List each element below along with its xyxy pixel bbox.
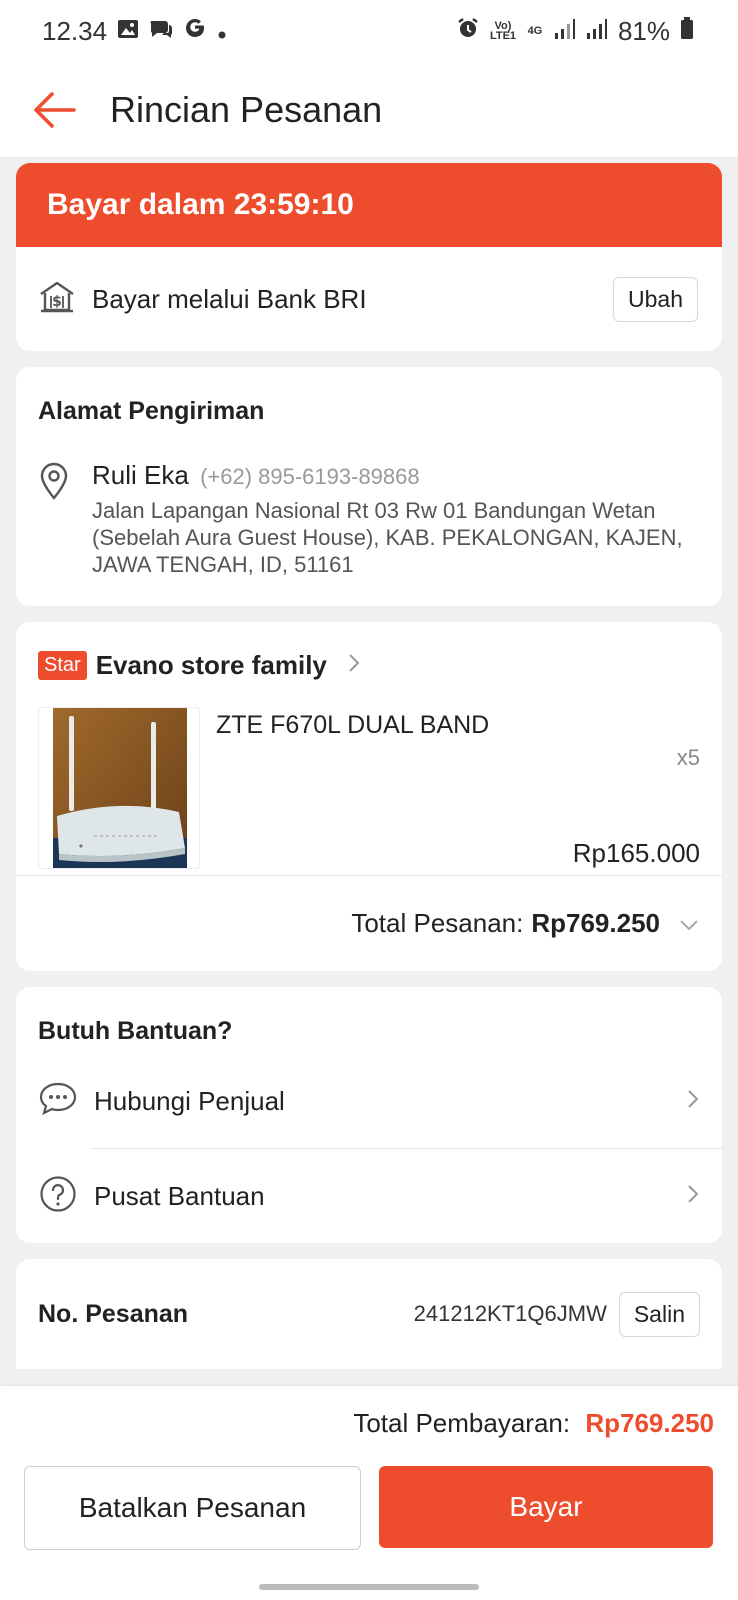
total-payment-label: Total Pembayaran: — [353, 1408, 571, 1438]
copy-order-number-button[interactable]: Salin — [618, 1291, 700, 1337]
status-bar-left: 12.34 — [42, 16, 227, 47]
alarm-icon — [456, 16, 480, 47]
gallery-icon — [117, 16, 139, 47]
home-indicator[interactable] — [259, 1584, 479, 1590]
help-center-row[interactable]: Pusat Bantuan — [16, 1149, 722, 1243]
recipient-line: Ruli Eka (+62) 895-6193-89868 — [92, 460, 700, 491]
shipping-address-heading: Alamat Pengiriman — [38, 397, 265, 425]
status-bar-right: Vo) LTE1 4G 81% — [456, 16, 694, 47]
recipient-name: Ruli Eka — [92, 460, 189, 490]
status-bar: 12.34 Vo) LTE1 4G 81% — [0, 0, 738, 62]
screen: 12.34 Vo) LTE1 4G 81% Rincian Pesanan Ba… — [0, 0, 738, 1600]
main-content: Bayar dalam 23:59:10 $ Bayar melalui Ban… — [16, 163, 722, 1369]
network-4g-label: 4G — [527, 25, 543, 37]
back-button[interactable] — [4, 62, 104, 158]
shipping-address-card: Alamat Pengiriman Ruli Eka (+62) 895-619… — [16, 367, 722, 606]
order-number-card: No. Pesanan 241212KT1Q6JMW Salin — [16, 1259, 722, 1369]
google-icon — [183, 16, 207, 47]
back-arrow-icon — [34, 91, 76, 128]
change-payment-button[interactable]: Ubah — [613, 276, 698, 322]
chevron-right-icon — [686, 1183, 700, 1210]
status-time: 12.34 — [42, 15, 108, 46]
order-items-card: Star Evano store family ZTE F670L DUAL B… — [16, 622, 722, 971]
page-title: Rincian Pesanan — [110, 88, 383, 130]
order-total-value: Rp769.250 — [531, 908, 660, 938]
pay-button[interactable]: Bayar — [379, 1466, 713, 1548]
shop-header[interactable]: Star Evano store family — [16, 622, 722, 681]
help-center-label: Pusat Bantuan — [94, 1180, 265, 1211]
recipient-phone: (+62) 895-6193-89868 — [200, 464, 420, 489]
product-quantity: x5 — [676, 745, 700, 770]
signal-icon — [554, 16, 576, 47]
volte-label: Vo) LTE1 — [489, 20, 517, 42]
app-header: Rincian Pesanan — [0, 62, 738, 158]
battery-icon — [680, 16, 694, 47]
total-payment: Total Pembayaran: Rp769.250 — [353, 1408, 714, 1439]
bottom-action-bar: Total Pembayaran: Rp769.250 Batalkan Pes… — [0, 1386, 738, 1600]
cancel-order-button[interactable]: Batalkan Pesanan — [24, 1466, 361, 1550]
chevron-right-icon — [347, 652, 361, 679]
payment-method-label: Bayar melalui Bank BRI — [92, 283, 367, 314]
order-total-row[interactable]: Total Pesanan: Rp769.250 — [16, 875, 722, 971]
help-heading: Butuh Bantuan? — [38, 1017, 233, 1045]
help-card: Butuh Bantuan? Hubungi Penjual Pusat Ban… — [16, 987, 722, 1243]
address-row: Ruli Eka (+62) 895-6193-89868 Jalan Lapa… — [38, 460, 700, 578]
message-icon — [149, 16, 173, 47]
bank-icon: $ — [38, 280, 76, 319]
battery-percent: 81% — [617, 15, 670, 46]
chat-icon — [38, 1081, 78, 1122]
shop-name: Evano store family — [95, 650, 327, 680]
order-number-label: No. Pesanan — [38, 1299, 189, 1328]
product-item[interactable]: ZTE F670L DUAL BAND x5 Rp165.000 — [16, 681, 722, 875]
dot-icon — [217, 16, 227, 47]
product-price: Rp165.000 — [572, 838, 700, 868]
chevron-right-icon — [686, 1088, 700, 1115]
contact-seller-label: Hubungi Penjual — [94, 1085, 285, 1116]
order-number-value: 241212KT1Q6JMW — [413, 1301, 607, 1326]
star-badge: Star — [38, 651, 87, 680]
payment-method-row: $ Bayar melalui Bank BRI Ubah — [16, 247, 722, 351]
svg-text:$: $ — [52, 294, 62, 310]
total-payment-value: Rp769.250 — [585, 1408, 714, 1438]
product-image — [38, 707, 200, 869]
product-info: ZTE F670L DUAL BAND x5 Rp165.000 — [216, 707, 700, 869]
payment-countdown-banner: Bayar dalam 23:59:10 — [16, 163, 722, 247]
chevron-down-icon — [678, 908, 700, 939]
location-pin-icon — [38, 460, 76, 578]
signal-icon — [586, 16, 608, 47]
help-circle-icon — [38, 1174, 78, 1219]
address-detail: Jalan Lapangan Nasional Rt 03 Rw 01 Band… — [92, 498, 683, 577]
payment-countdown: Bayar dalam 23:59:10 — [47, 188, 354, 221]
product-name: ZTE F670L DUAL BAND — [216, 711, 490, 739]
contact-seller-row[interactable]: Hubungi Penjual — [16, 1054, 722, 1148]
address-text: Ruli Eka (+62) 895-6193-89868 Jalan Lapa… — [92, 460, 700, 578]
order-total-label: Total Pesanan: — [351, 908, 524, 938]
